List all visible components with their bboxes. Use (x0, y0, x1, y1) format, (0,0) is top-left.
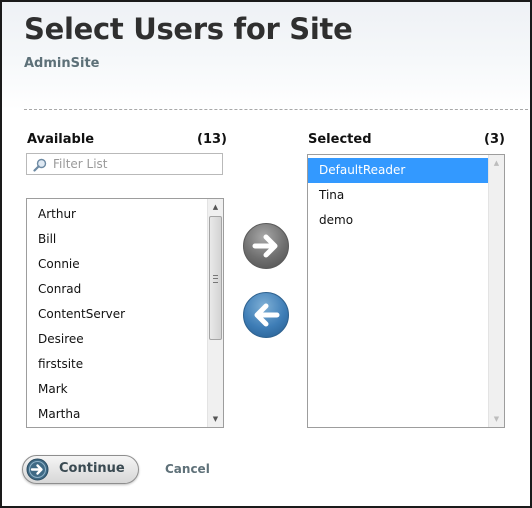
selected-count: (3) (484, 132, 505, 147)
list-item[interactable]: Mark (27, 377, 207, 402)
search-icon (33, 158, 47, 172)
list-item[interactable]: Martha (27, 402, 207, 427)
available-label: Available (27, 132, 95, 147)
dialog-header: Select Users for Site AdminSite (2, 2, 530, 110)
add-to-selected-button[interactable] (243, 223, 289, 269)
scroll-up-arrow-icon[interactable]: ▲ (208, 199, 223, 215)
scrollbar-grip-icon (213, 275, 218, 283)
site-name: AdminSite (24, 56, 100, 71)
list-item[interactable]: Connie (27, 252, 207, 277)
scroll-down-arrow-icon[interactable]: ▼ (489, 411, 504, 427)
selected-list-scrollbar[interactable]: ▲ ▼ (488, 155, 504, 427)
list-item[interactable]: Bill (27, 227, 207, 252)
remove-from-selected-button[interactable] (243, 292, 289, 338)
scroll-down-arrow-icon[interactable]: ▼ (208, 411, 223, 427)
list-item[interactable]: Desiree (27, 327, 207, 352)
list-item[interactable]: DefaultReader (308, 158, 488, 183)
filter-list-input[interactable] (53, 156, 217, 172)
continue-button[interactable]: Continue (22, 455, 139, 484)
list-item[interactable]: ContentServer (27, 302, 207, 327)
available-list-scrollbar[interactable]: ▲ ▼ (207, 199, 223, 427)
selected-label: Selected (308, 132, 372, 147)
arrow-circle-right-icon (26, 458, 49, 481)
scroll-up-arrow-icon[interactable]: ▲ (489, 155, 504, 171)
list-item[interactable]: Arthur (27, 202, 207, 227)
filter-list-field[interactable] (26, 153, 223, 175)
list-item[interactable]: Tina (308, 183, 488, 208)
continue-label: Continue (59, 461, 125, 476)
list-item[interactable]: firstsite (27, 352, 207, 377)
available-users-list[interactable]: Arthur Bill Connie Conrad ContentServer Desir… (26, 198, 224, 428)
arrow-right-icon (252, 234, 278, 258)
available-count: (13) (197, 132, 227, 147)
cancel-link[interactable]: Cancel (165, 462, 210, 476)
list-item[interactable]: Conrad (27, 277, 207, 302)
arrow-left-icon (254, 303, 280, 327)
list-item[interactable]: demo (308, 208, 488, 233)
header-divider (24, 109, 528, 110)
scrollbar-thumb[interactable] (209, 216, 222, 340)
selected-users-list[interactable]: DefaultReader Tina demo ▲ ▼ (307, 154, 505, 428)
page-title: Select Users for Site (24, 12, 353, 46)
select-users-dialog: Select Users for Site AdminSite Availabl… (0, 0, 532, 508)
